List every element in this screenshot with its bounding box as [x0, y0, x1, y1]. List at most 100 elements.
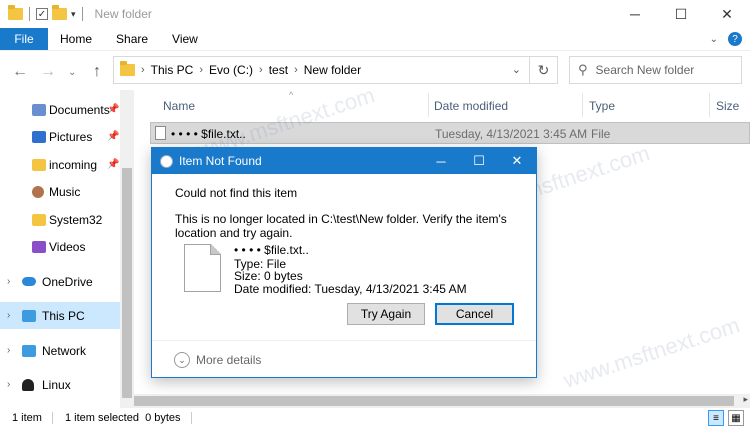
- videos-icon: [32, 240, 46, 253]
- chevron-right-icon[interactable]: ›: [7, 379, 10, 390]
- search-input[interactable]: [595, 63, 726, 77]
- sidebar-item-onedrive[interactable]: › OneDrive: [0, 268, 120, 295]
- folder-icon[interactable]: [8, 5, 23, 20]
- linux-icon: [22, 378, 34, 391]
- minimize-button[interactable]: ─: [612, 0, 658, 28]
- sidebar-item-label: incoming: [49, 157, 98, 172]
- sidebar-item-videos[interactable]: Videos: [0, 233, 120, 260]
- chevron-right-icon[interactable]: ›: [7, 276, 10, 287]
- tab-share[interactable]: Share: [104, 28, 160, 50]
- chevron-down-icon[interactable]: ⌄: [512, 63, 521, 76]
- dialog-title: Item Not Found: [179, 154, 262, 168]
- pin-icon[interactable]: 📌: [107, 104, 119, 115]
- network-icon: [22, 344, 36, 357]
- scrollbar-thumb[interactable]: [122, 168, 132, 398]
- recent-locations-icon[interactable]: ⌄: [68, 67, 76, 78]
- chevron-right-icon[interactable]: ›: [259, 64, 263, 76]
- more-details-toggle[interactable]: ⌄ More details: [174, 352, 261, 368]
- column-header-size[interactable]: Size: [716, 99, 739, 113]
- large-icons-view-icon[interactable]: ▦: [728, 410, 744, 426]
- item-count: 1 item: [12, 412, 42, 424]
- refresh-icon: ↻: [537, 61, 550, 78]
- sidebar-item-music[interactable]: Music: [0, 178, 120, 205]
- up-arrow-icon[interactable]: ↑: [93, 63, 101, 81]
- forward-arrow-icon[interactable]: →: [40, 63, 56, 81]
- pin-icon[interactable]: 📌: [107, 131, 119, 142]
- more-details-label: More details: [196, 353, 262, 367]
- sidebar-scrollbar[interactable]: [120, 90, 134, 408]
- navigation-pane: Documents 📌 Pictures 📌 incoming 📌 Music …: [0, 90, 120, 408]
- pictures-icon: [32, 130, 46, 143]
- sidebar-item-documents[interactable]: Documents 📌: [0, 96, 120, 123]
- file-icon: [155, 126, 166, 140]
- breadcrumb-new-folder[interactable]: New folder: [304, 63, 361, 77]
- sidebar-item-pictures[interactable]: Pictures 📌: [0, 123, 120, 150]
- pin-icon[interactable]: 📌: [107, 159, 119, 170]
- chevron-right-icon[interactable]: ›: [199, 64, 203, 76]
- computer-icon: [22, 309, 36, 322]
- new-folder-icon[interactable]: [52, 5, 67, 20]
- sidebar-item-label: This PC: [42, 308, 85, 323]
- quick-access-toolbar: ✓ ▾: [0, 5, 85, 21]
- sidebar-item-linux[interactable]: › Linux: [0, 371, 120, 398]
- sidebar-item-label: OneDrive: [42, 274, 93, 289]
- breadcrumb-drive[interactable]: Evo (C:): [209, 63, 253, 77]
- sidebar-item-label: System32: [49, 212, 103, 227]
- help-icon[interactable]: ?: [728, 32, 742, 46]
- chevron-right-icon[interactable]: ›: [141, 64, 145, 76]
- scrollbar-thumb[interactable]: [134, 396, 734, 406]
- folder-icon: [32, 213, 46, 226]
- dialog-app-icon: [160, 154, 173, 168]
- folder-icon: [120, 61, 135, 76]
- cancel-button[interactable]: Cancel: [435, 303, 514, 325]
- dialog-close-button[interactable]: ✕: [498, 148, 536, 174]
- column-divider[interactable]: [428, 93, 429, 117]
- dialog-maximize-button[interactable]: ☐: [460, 148, 498, 174]
- scroll-right-icon[interactable]: ▸: [743, 394, 748, 405]
- address-bar[interactable]: › This PC › Evo (C:) › test › New folder…: [113, 56, 530, 84]
- breadcrumb-this-pc[interactable]: This PC: [151, 63, 194, 77]
- customize-toolbar-icon[interactable]: ▾: [71, 9, 76, 20]
- expand-ribbon-icon[interactable]: ⌄: [710, 34, 718, 45]
- tab-file[interactable]: File: [0, 28, 48, 50]
- close-button[interactable]: ✕: [704, 0, 750, 28]
- horizontal-scrollbar[interactable]: ▸: [134, 394, 750, 408]
- dialog-file-size: Size: 0 bytes: [234, 269, 303, 283]
- column-header-name[interactable]: Name: [163, 99, 195, 113]
- dialog-minimize-button[interactable]: ─: [422, 148, 460, 174]
- sidebar-item-label: Linux: [42, 377, 71, 392]
- back-arrow-icon[interactable]: ←: [12, 63, 28, 81]
- maximize-button[interactable]: ☐: [658, 0, 704, 28]
- documents-icon: [32, 103, 46, 116]
- sidebar-item-system32[interactable]: System32: [0, 206, 120, 233]
- search-box[interactable]: ⚲: [569, 56, 742, 84]
- file-icon: [184, 244, 221, 292]
- details-view-icon[interactable]: ≡: [708, 410, 724, 426]
- sidebar-item-this-pc[interactable]: › This PC: [0, 302, 120, 329]
- sort-caret-icon: ^: [289, 90, 294, 100]
- dialog-footer: ⌄ More details: [152, 340, 536, 377]
- status-bar: 1 item 1 item selected 0 bytes ≡ ▦: [0, 408, 750, 428]
- tab-home[interactable]: Home: [48, 28, 104, 50]
- breadcrumb-test[interactable]: test: [269, 63, 288, 77]
- properties-icon[interactable]: ✓: [36, 8, 48, 20]
- ribbon-tabs: File Home Share View ⌄ ?: [0, 28, 750, 50]
- chevron-right-icon[interactable]: ›: [294, 64, 298, 76]
- column-divider[interactable]: [709, 93, 710, 117]
- column-header-type[interactable]: Type: [589, 99, 615, 113]
- separator: [29, 7, 30, 21]
- chevron-down-icon: ⌄: [174, 352, 190, 368]
- tab-view[interactable]: View: [160, 28, 210, 50]
- chevron-right-icon[interactable]: ›: [7, 345, 10, 356]
- sidebar-item-incoming[interactable]: incoming 📌: [0, 151, 120, 178]
- table-row[interactable]: • • • • $file.txt.. Tuesday, 4/13/2021 3…: [150, 122, 750, 144]
- refresh-button[interactable]: ↻: [530, 56, 558, 84]
- file-name: • • • • $file.txt..: [171, 127, 246, 141]
- chevron-right-icon[interactable]: ›: [7, 310, 10, 321]
- column-divider[interactable]: [582, 93, 583, 117]
- sidebar-item-network[interactable]: › Network: [0, 337, 120, 364]
- try-again-button[interactable]: Try Again: [347, 303, 425, 325]
- selection-info: 1 item selected 0 bytes: [64, 412, 181, 424]
- separator: [190, 412, 192, 424]
- column-header-date[interactable]: Date modified: [434, 99, 508, 113]
